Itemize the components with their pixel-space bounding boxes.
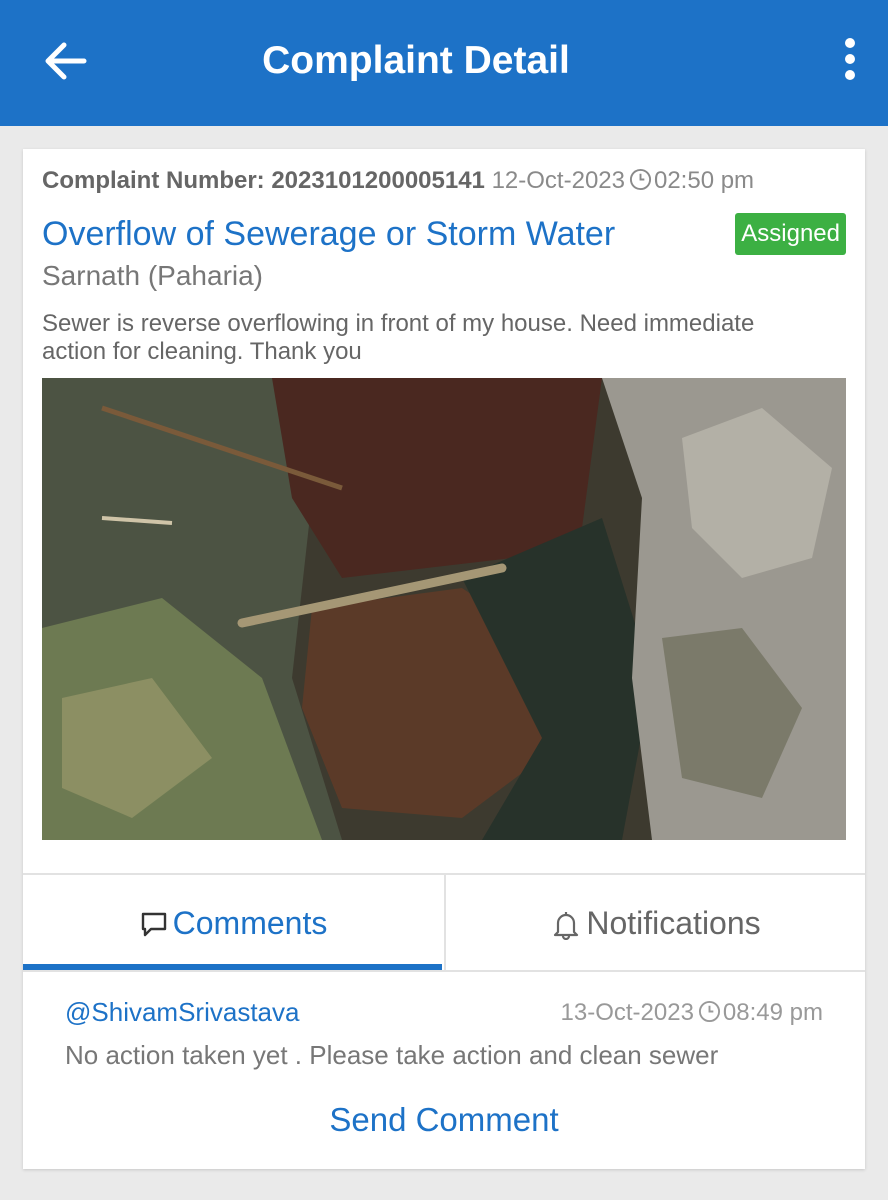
more-vertical-icon[interactable] bbox=[842, 38, 858, 84]
complaint-location: Sarnath (Paharia) bbox=[42, 260, 264, 291]
comment-icon bbox=[141, 912, 166, 936]
comment-timestamp: 13-Oct-2023 08:49 pm bbox=[561, 999, 823, 1027]
complaint-time: 02:50 pm bbox=[653, 167, 755, 194]
active-tab-indicator bbox=[23, 964, 442, 970]
sewer-photo-image bbox=[42, 378, 846, 840]
complaint-number: Complaint Number: 2023101200005141 bbox=[42, 167, 485, 194]
comment-time: 08:49 pm bbox=[722, 999, 823, 1026]
tab-comments-label: Comments bbox=[172, 905, 328, 941]
complaint-photo[interactable] bbox=[42, 378, 846, 840]
bell-icon bbox=[554, 911, 579, 940]
tab-notifications[interactable]: Notifications bbox=[444, 875, 865, 972]
status-badge: Assigned bbox=[735, 213, 846, 255]
complaint-title: Overflow of Sewerage or Storm Water bbox=[42, 215, 616, 253]
app-bar: Complaint Detail bbox=[0, 0, 888, 126]
tab-comments[interactable]: Comments bbox=[23, 875, 443, 972]
page-title: Complaint Detail bbox=[262, 39, 570, 82]
comment-date: 13-Oct-2023 bbox=[560, 999, 694, 1026]
complaint-meta: Complaint Number: 2023101200005141 12-Oc… bbox=[42, 167, 846, 195]
clock-icon bbox=[698, 1000, 720, 1023]
comment-text: No action taken yet . Please take action… bbox=[65, 1040, 719, 1070]
send-comment-button[interactable]: Send Comment bbox=[23, 1101, 865, 1139]
tab-notifications-label: Notifications bbox=[586, 905, 761, 941]
complaint-card: Complaint Number: 2023101200005141 12-Oc… bbox=[23, 149, 865, 1169]
clock-icon bbox=[629, 168, 652, 191]
complaint-date: 12-Oct-2023 bbox=[491, 167, 625, 194]
complaint-description: Sewer is reverse overflowing in front of… bbox=[42, 310, 755, 365]
tab-bar: Comments Notifications bbox=[23, 873, 865, 972]
comment-author[interactable]: @ShivamSrivastava bbox=[65, 997, 299, 1028]
